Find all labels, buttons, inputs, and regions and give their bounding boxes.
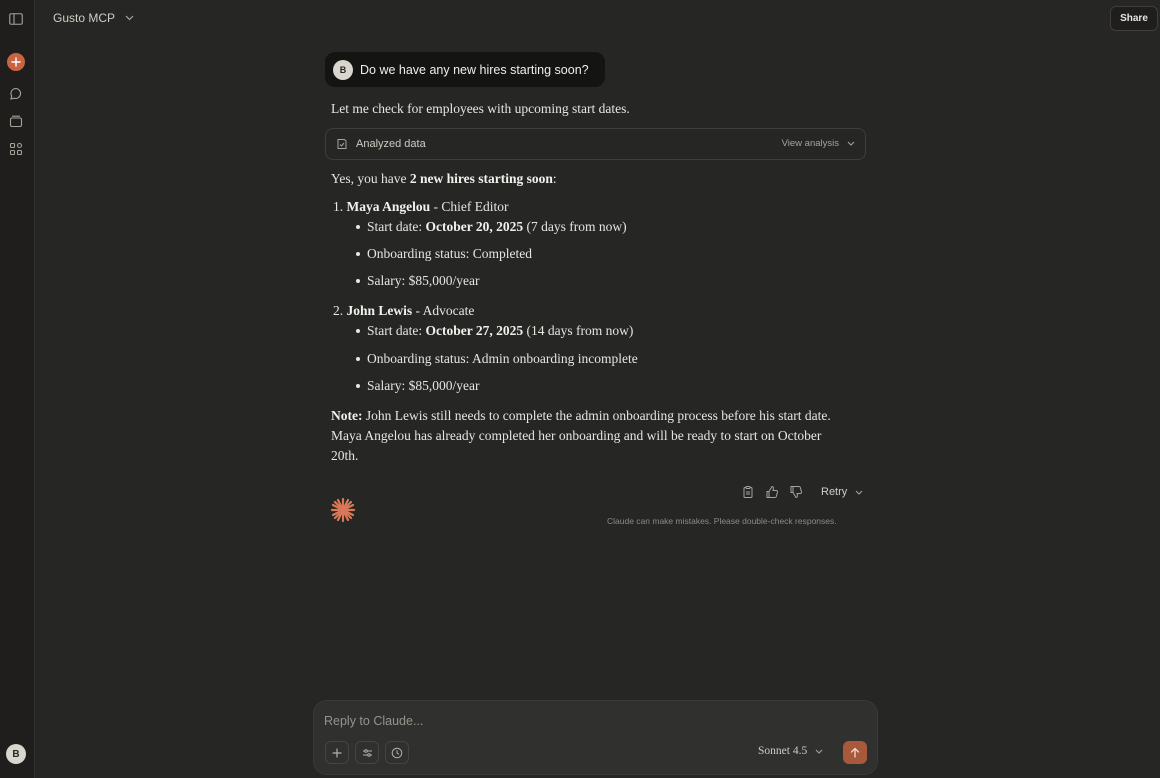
user-message-text: Do we have any new hires starting soon? (360, 62, 589, 77)
sidebar-toggle-icon[interactable] (6, 9, 26, 29)
chevron-down-icon (125, 15, 134, 21)
model-selector[interactable]: Sonnet 4.5 (758, 745, 823, 757)
chats-icon[interactable] (6, 84, 26, 104)
disclaimer: Claude can make mistakes. Please double-… (607, 516, 837, 526)
hire-name: John Lewis (346, 303, 413, 318)
analysis-icon (337, 139, 347, 149)
summary-suffix: : (552, 171, 557, 186)
copy-icon[interactable] (741, 485, 755, 499)
extended-thinking-button[interactable] (385, 741, 409, 764)
project-title: Gusto MCP (53, 11, 116, 25)
hire-salary: Salary: $85,000/year (367, 378, 480, 393)
bullet (356, 384, 360, 388)
hire-onboarding: Onboarding status: Completed (367, 246, 532, 261)
retry-label: Retry (821, 486, 848, 498)
bullet (356, 279, 360, 283)
sliders-icon (362, 748, 372, 757)
reply-input[interactable] (324, 712, 864, 730)
project-title-dropdown[interactable]: Gusto MCP (53, 11, 134, 25)
clock-icon (391, 747, 403, 758)
assistant-intro: Let me check for employees with upcoming… (331, 101, 630, 116)
note-line-3: 20th. (331, 448, 359, 463)
chevron-down-icon (847, 141, 855, 146)
send-button[interactable] (843, 741, 867, 764)
note-text: John Lewis still needs to complete the a… (362, 408, 831, 423)
analysis-label: Analyzed data (356, 138, 426, 150)
bullet (356, 252, 360, 256)
note-line-1: Note: John Lewis still needs to complete… (331, 408, 831, 424)
bullet (356, 357, 360, 361)
hire-role: - Advocate (412, 303, 475, 318)
message-actions: Retry (741, 485, 863, 499)
bullet (356, 329, 360, 333)
summary-line: Yes, you have 2 new hires starting soon: (331, 171, 557, 187)
add-attachment-button[interactable] (325, 741, 349, 764)
hire-item: 1. Maya Angelou - Chief Editor (333, 199, 509, 215)
start-date-value: October 27, 2025 (425, 323, 524, 338)
list-number: 2. (333, 303, 344, 318)
bullet (356, 225, 360, 229)
summary-prefix: Yes, you have (331, 171, 410, 186)
plus-icon (332, 747, 342, 758)
analysis-panel[interactable]: Analyzed data View analysis (325, 128, 866, 160)
view-analysis-label: View analysis (781, 138, 839, 149)
start-relative: (7 days from now) (523, 219, 627, 234)
thumbs-up-icon[interactable] (765, 485, 779, 499)
user-message: B Do we have any new hires starting soon… (325, 52, 605, 87)
hire-start-date: Start date: October 27, 2025 (14 days fr… (367, 323, 633, 339)
summary-bold: 2 new hires starting soon (409, 171, 553, 186)
projects-icon[interactable] (6, 111, 26, 131)
start-date-value: October 20, 2025 (425, 219, 524, 234)
avatar: B (333, 59, 353, 80)
hire-name: Maya Angelou (346, 199, 431, 214)
sidebar: B (0, 0, 35, 778)
hire-role: - Chief Editor (430, 199, 509, 214)
chevron-down-icon (815, 749, 823, 754)
hire-salary: Salary: $85,000/year (367, 273, 480, 288)
start-label: Start date: (367, 323, 426, 338)
claude-logo-icon (330, 497, 356, 523)
note-label: Note: (331, 408, 363, 423)
arrow-up-icon (850, 747, 860, 758)
note-line-2: Maya Angelou has already completed her o… (331, 428, 822, 443)
thumbs-down-icon[interactable] (789, 485, 803, 499)
hire-onboarding: Onboarding status: Admin onboarding inco… (367, 351, 638, 366)
view-analysis-button[interactable]: View analysis (782, 138, 855, 149)
list-number: 1. (333, 199, 344, 214)
composer: Sonnet 4.5 (313, 700, 878, 775)
hire-item: 2. John Lewis - Advocate (333, 303, 474, 319)
tools-button[interactable] (355, 741, 379, 764)
artifacts-icon[interactable] (6, 139, 26, 159)
chevron-down-icon (855, 490, 863, 495)
share-button[interactable]: Share (1110, 6, 1158, 31)
start-label: Start date: (367, 219, 426, 234)
start-relative: (14 days from now) (523, 323, 634, 338)
retry-button[interactable]: Retry (821, 486, 863, 498)
hire-start-date: Start date: October 20, 2025 (7 days fro… (367, 219, 627, 235)
user-avatar[interactable]: B (6, 744, 26, 764)
model-name: Sonnet 4.5 (758, 745, 808, 757)
new-chat-button[interactable] (7, 53, 25, 71)
